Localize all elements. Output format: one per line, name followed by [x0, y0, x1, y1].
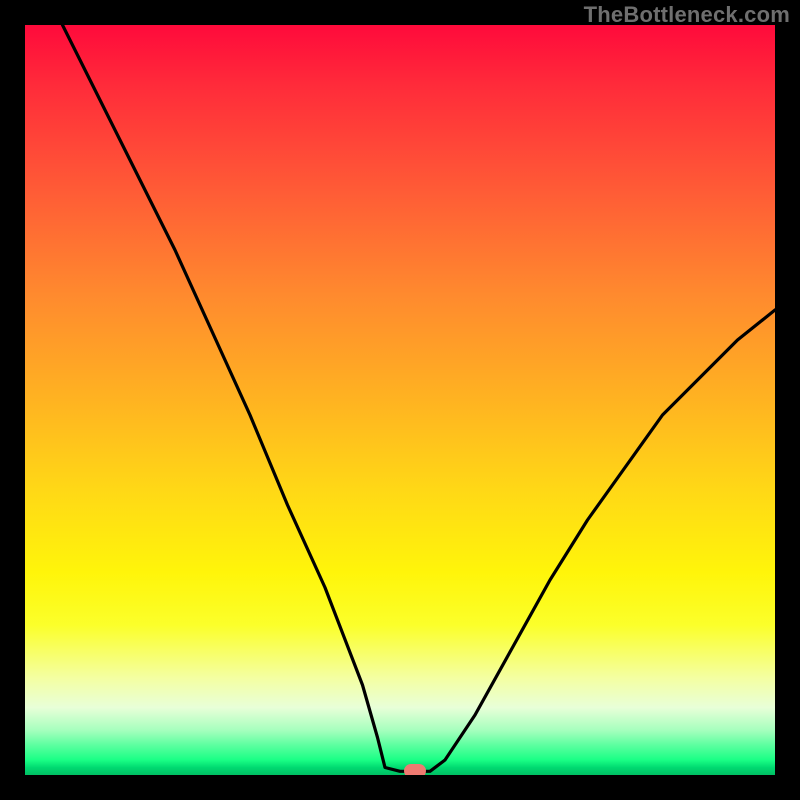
- optimum-marker: [404, 764, 426, 775]
- plot-area: [25, 25, 775, 775]
- curve-path: [63, 25, 776, 771]
- chart-frame: TheBottleneck.com: [0, 0, 800, 800]
- bottleneck-curve: [25, 25, 775, 775]
